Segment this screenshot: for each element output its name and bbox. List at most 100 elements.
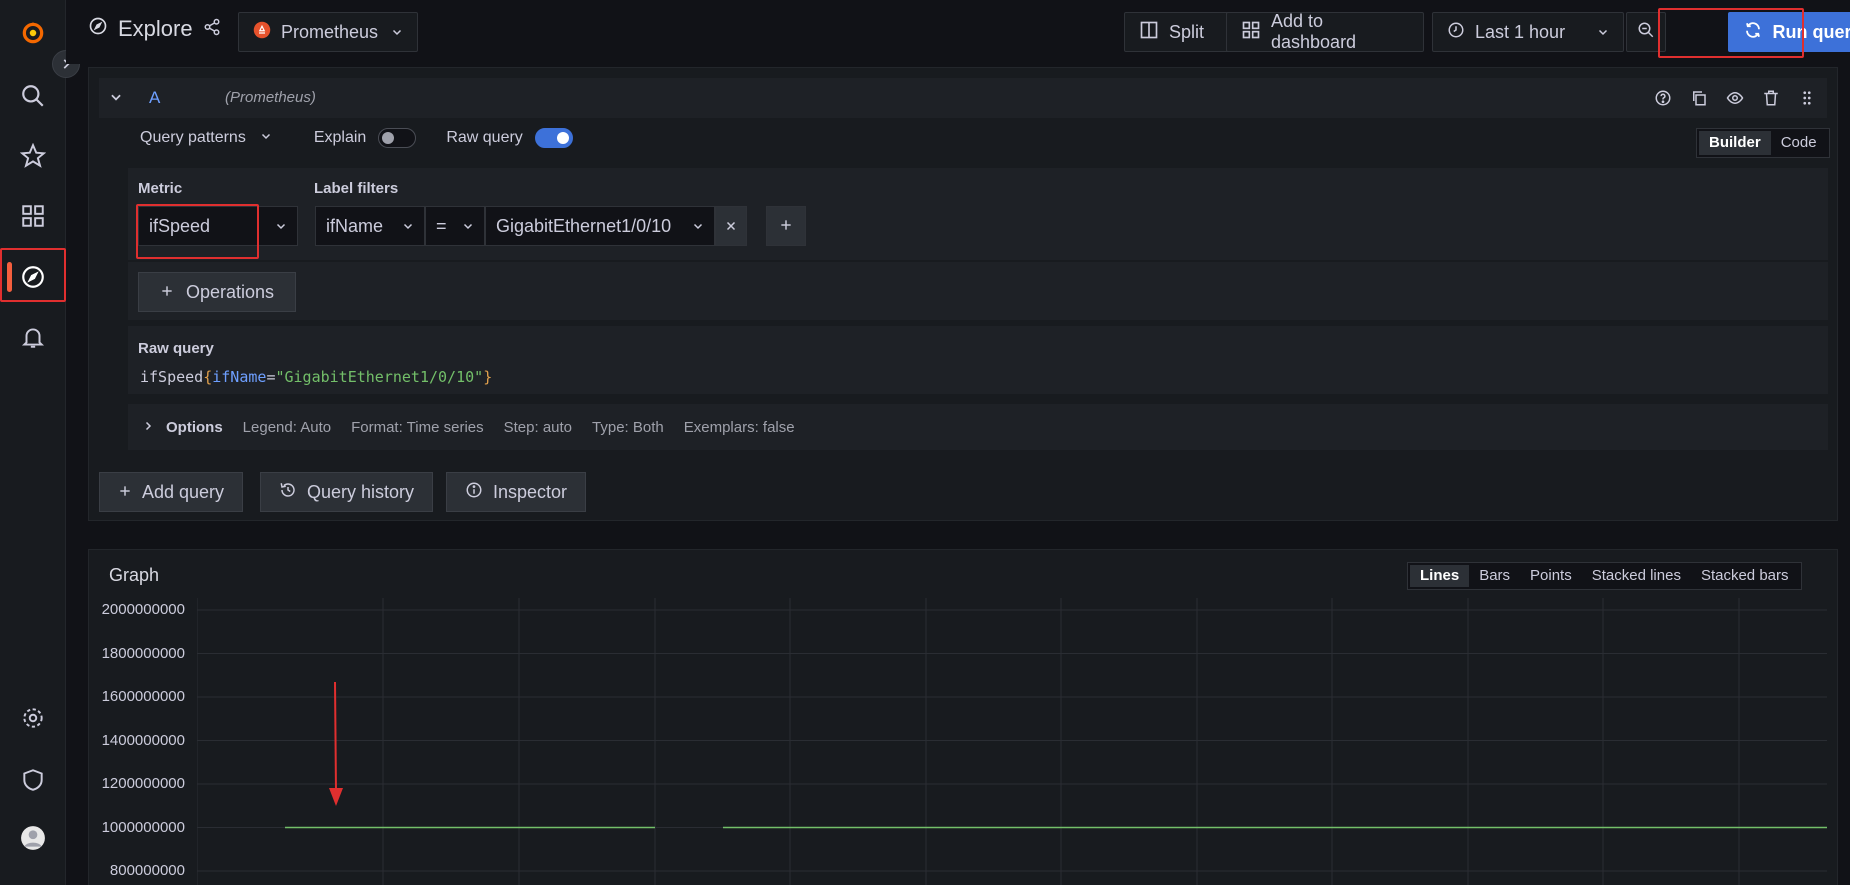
query-letter[interactable]: A (149, 78, 160, 118)
add-query-label: Add query (142, 481, 225, 502)
mode-code[interactable]: Code (1771, 131, 1827, 155)
options-title: Options (166, 418, 223, 436)
raw-metric: ifSpeed (140, 368, 204, 386)
page-title-text: Explore (118, 16, 193, 41)
plus-icon (779, 216, 793, 237)
add-to-dashboard-button[interactable]: Add to dashboard (1226, 11, 1424, 52)
options-step: Step: auto (503, 418, 573, 436)
raw-value: "GigabitEthernet1/0/10" (275, 368, 484, 386)
y-tick-label: 1600000000 (101, 688, 185, 705)
query-row-header: A (Prometheus) (99, 78, 1827, 118)
options-format: Format: Time series (351, 418, 484, 436)
sidebar (0, 0, 66, 885)
chevron-down-icon (260, 129, 272, 147)
graph-chart (197, 598, 1827, 885)
split-icon (1139, 20, 1159, 45)
y-tick-label: 1000000000 (101, 818, 185, 836)
query-datasource: (Prometheus) (225, 89, 316, 106)
graph-type-stacked-bars[interactable]: Stacked bars (1691, 565, 1799, 587)
bell-icon[interactable] (13, 317, 53, 357)
raw-key: ifName (212, 368, 267, 386)
inspector-button[interactable]: Inspector (446, 472, 587, 512)
query-history-button[interactable]: Query history (260, 472, 434, 512)
chevron-down-icon (462, 216, 474, 237)
raw-query-toggle[interactable] (534, 128, 573, 148)
operations-row: Operations (128, 262, 1828, 320)
annotation-arrow (329, 681, 343, 806)
add-dashboard-label: Add to dashboard (1271, 11, 1357, 52)
explore-compass-icon[interactable] (13, 257, 53, 297)
metric-select[interactable]: ifSpeed (138, 206, 298, 246)
run-query-button[interactable]: Run query (1728, 12, 1850, 52)
chevron-right-icon (142, 419, 154, 436)
raw-brace-open: { (203, 368, 213, 386)
topbar: Explore Prometheus Split Add to dashboar… (66, 0, 1850, 64)
operations-label: Operations (185, 281, 275, 302)
datasource-picker[interactable]: Prometheus (238, 12, 418, 52)
explain-label: Explain (313, 129, 367, 146)
compass-icon (88, 16, 108, 42)
run-query-label: Run query (1772, 21, 1850, 42)
options-row[interactable]: Options Legend: Auto Format: Time series… (128, 404, 1828, 450)
editor-mode-switch: Builder Code (1696, 128, 1830, 158)
zoom-out-button[interactable] (1626, 12, 1666, 52)
dashboards-icon (1241, 20, 1261, 45)
label-value-select[interactable]: GigabitEthernet1/0/10 (485, 206, 715, 246)
metric-label: Metric (138, 180, 183, 197)
star-icon[interactable] (13, 136, 53, 176)
y-tick-label: 800000000 (109, 862, 185, 879)
label-key-value: ifName (326, 215, 384, 236)
y-tick-label: 2000000000 (101, 601, 185, 618)
gear-icon[interactable] (13, 698, 53, 738)
help-icon[interactable] (1653, 88, 1673, 108)
graph-panel: Graph Lines Bars Points Stacked lines Stacke… (88, 549, 1838, 885)
operations-button[interactable]: Operations (138, 272, 296, 312)
active-indicator (7, 262, 12, 292)
label-value-value: GigabitEthernet1/0/10 (496, 215, 672, 236)
query-patterns-dropdown[interactable]: Query patterns (140, 129, 272, 147)
query-history-label: Query history (307, 481, 415, 502)
copy-icon[interactable] (1689, 88, 1709, 108)
add-filter-button[interactable] (766, 206, 806, 246)
grafana-logo-icon[interactable] (13, 13, 53, 53)
share-icon[interactable] (203, 16, 221, 42)
chevron-down-icon (1597, 22, 1609, 43)
avatar[interactable] (13, 818, 53, 858)
remove-filter-button[interactable] (715, 206, 747, 246)
page-title: Explore (88, 16, 221, 42)
chevron-down-icon (391, 22, 403, 43)
options-exemplars: Exemplars: false (683, 418, 795, 436)
graph-type-lines[interactable]: Lines (1410, 565, 1470, 587)
add-query-button[interactable]: Add query (99, 472, 244, 512)
y-tick-label: 1200000000 (101, 775, 185, 792)
mode-builder[interactable]: Builder (1699, 131, 1771, 155)
label-operator-select[interactable]: = (425, 206, 485, 246)
eye-icon[interactable] (1725, 88, 1745, 108)
graph-type-stacked-lines[interactable]: Stacked lines (1582, 565, 1691, 587)
options-type: Type: Both (592, 418, 664, 436)
plus-icon (160, 282, 174, 303)
graph-title: Graph (109, 565, 160, 585)
raw-brace-close: } (483, 368, 493, 386)
time-range-picker[interactable]: Last 1 hour (1432, 12, 1624, 52)
raw-query-code: ifSpeed{ifName="GigabitEthernet1/0/10"} (140, 368, 492, 386)
query-builder: Metric Label filters ifSpeed ifName = Gi… (128, 168, 1828, 260)
search-icon[interactable] (13, 76, 53, 116)
explain-toggle[interactable] (378, 128, 417, 148)
graph-type-bars[interactable]: Bars (1469, 565, 1520, 587)
shield-icon[interactable] (13, 760, 53, 800)
chevron-down-icon (402, 216, 414, 237)
collapse-chevron-icon[interactable] (109, 90, 123, 109)
trash-icon[interactable] (1761, 88, 1781, 108)
inspector-label: Inspector (493, 481, 568, 502)
prometheus-icon (253, 21, 271, 44)
close-icon (725, 216, 737, 237)
label-operator-value: = (436, 215, 447, 236)
drag-handle-icon[interactable] (1797, 88, 1817, 108)
info-icon (465, 481, 483, 504)
y-tick-label: 1800000000 (101, 644, 185, 662)
dashboards-icon[interactable] (13, 196, 53, 236)
refresh-icon (1744, 21, 1762, 44)
graph-type-points[interactable]: Points (1520, 565, 1582, 587)
label-key-select[interactable]: ifName (315, 206, 425, 246)
